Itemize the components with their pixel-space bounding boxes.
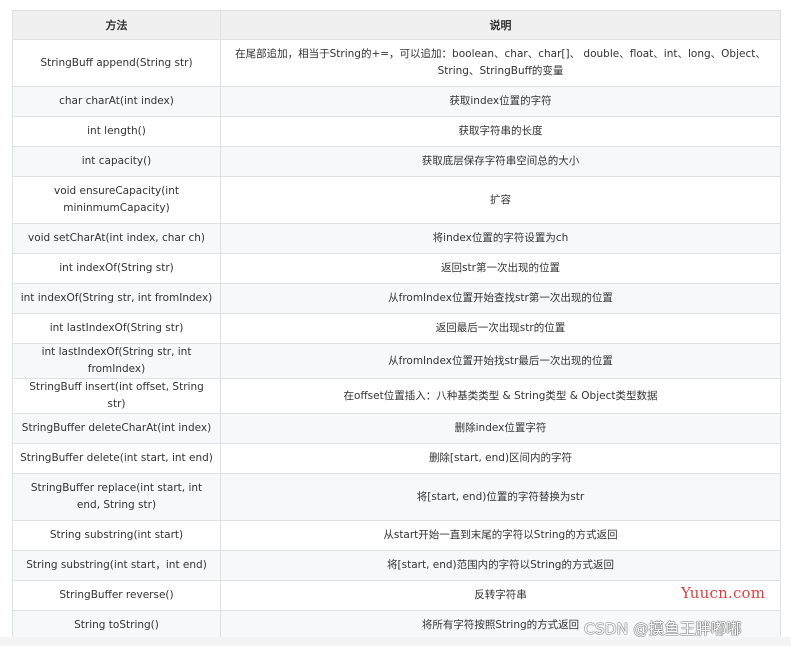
description-cell: 删除index位置字符 (220, 413, 781, 444)
description-cell: 删除[start, end)区间内的字符 (220, 443, 781, 474)
table-row: int capacity() 获取底层保存字符串空间总的大小 (12, 146, 781, 177)
method-cell: StringBuffer reverse() (12, 580, 221, 611)
table-body: StringBuff append(String str) 在尾部追加，相当于St… (12, 39, 781, 641)
table-row: int lastIndexOf(String str) 返回最后一次出现str的位… (12, 313, 781, 344)
table-row: StringBuff append(String str) 在尾部追加，相当于St… (12, 39, 781, 87)
description-cell: 获取字符串的长度 (220, 116, 781, 147)
table-header-row: 方法 说明 (12, 10, 781, 40)
method-cell: int lastIndexOf(String str, int fromInde… (12, 343, 221, 379)
method-cell: char charAt(int index) (12, 86, 221, 117)
description-cell: 扩容 (220, 176, 781, 224)
table-row: int indexOf(String str, int fromIndex) 从f… (12, 283, 781, 314)
description-cell: 获取index位置的字符 (220, 86, 781, 117)
method-cell: int length() (12, 116, 221, 147)
method-cell: StringBuffer delete(int start, int end) (12, 443, 221, 474)
description-cell: 获取底层保存字符串空间总的大小 (220, 146, 781, 177)
description-cell: 将[start, end)位置的字符替换为str (220, 473, 781, 521)
method-cell: void setCharAt(int index, char ch) (12, 223, 221, 254)
author-watermark: CSDN @摸鱼王胖嘟嘟 (584, 620, 742, 638)
method-cell: int lastIndexOf(String str) (12, 313, 221, 344)
method-cell: int indexOf(String str) (12, 253, 221, 284)
table-row: String substring(int start，int end) 将[sta… (12, 550, 781, 581)
method-cell: int capacity() (12, 146, 221, 177)
table-row: StringBuffer deleteCharAt(int index) 删除in… (12, 413, 781, 444)
table-row: StringBuff insert(int offset, String str… (12, 378, 781, 414)
table-row: void ensureCapacity(int mininmumCapacity… (12, 176, 781, 224)
table-row: void setCharAt(int index, char ch) 将index… (12, 223, 781, 254)
description-cell: 将[start, end)范围内的字符以String的方式返回 (220, 550, 781, 581)
method-cell: String substring(int start) (12, 520, 221, 551)
description-cell: 在offset位置插入：八种基类类型 & String类型 & Object类型… (220, 378, 781, 414)
method-cell: StringBuffer replace(int start, int end,… (12, 473, 221, 521)
description-cell: 返回str第一次出现的位置 (220, 253, 781, 284)
description-cell: 从fromIndex位置开始查找str第一次出现的位置 (220, 283, 781, 314)
table-row: String substring(int start) 从start开始一直到末尾… (12, 520, 781, 551)
table-row: int length() 获取字符串的长度 (12, 116, 781, 147)
column-header-description: 说明 (220, 10, 781, 40)
method-cell: StringBuff append(String str) (12, 39, 221, 87)
table-row: StringBuffer delete(int start, int end) 删… (12, 443, 781, 474)
table-row: StringBuffer replace(int start, int end,… (12, 473, 781, 521)
table-row: StringBuffer reverse() 反转字符串 (12, 580, 781, 611)
stringbuffer-methods-table: 方法 说明 StringBuff append(String str) 在尾部追加… (12, 10, 781, 641)
table-row: char charAt(int index) 获取index位置的字符 (12, 86, 781, 117)
description-cell: 从fromIndex位置开始找str最后一次出现的位置 (220, 343, 781, 379)
description-cell: 将index位置的字符设置为ch (220, 223, 781, 254)
table-row: int indexOf(String str) 返回str第一次出现的位置 (12, 253, 781, 284)
method-cell: void ensureCapacity(int mininmumCapacity… (12, 176, 221, 224)
table-row: int lastIndexOf(String str, int fromInde… (12, 343, 781, 379)
description-cell: 从start开始一直到末尾的字符以String的方式返回 (220, 520, 781, 551)
description-cell: 在尾部追加，相当于String的+=，可以追加：boolean、char、cha… (220, 39, 781, 87)
description-cell: 返回最后一次出现str的位置 (220, 313, 781, 344)
column-header-method: 方法 (12, 10, 221, 40)
method-cell: StringBuffer deleteCharAt(int index) (12, 413, 221, 444)
method-table-container: 方法 说明 StringBuff append(String str) 在尾部追加… (12, 10, 781, 641)
bottom-band (0, 637, 791, 646)
method-cell: String toString() (12, 610, 221, 641)
site-watermark: Yuucn.com (681, 584, 766, 602)
method-cell: int indexOf(String str, int fromIndex) (12, 283, 221, 314)
method-cell: String substring(int start，int end) (12, 550, 221, 581)
method-cell: StringBuff insert(int offset, String str… (12, 378, 221, 414)
